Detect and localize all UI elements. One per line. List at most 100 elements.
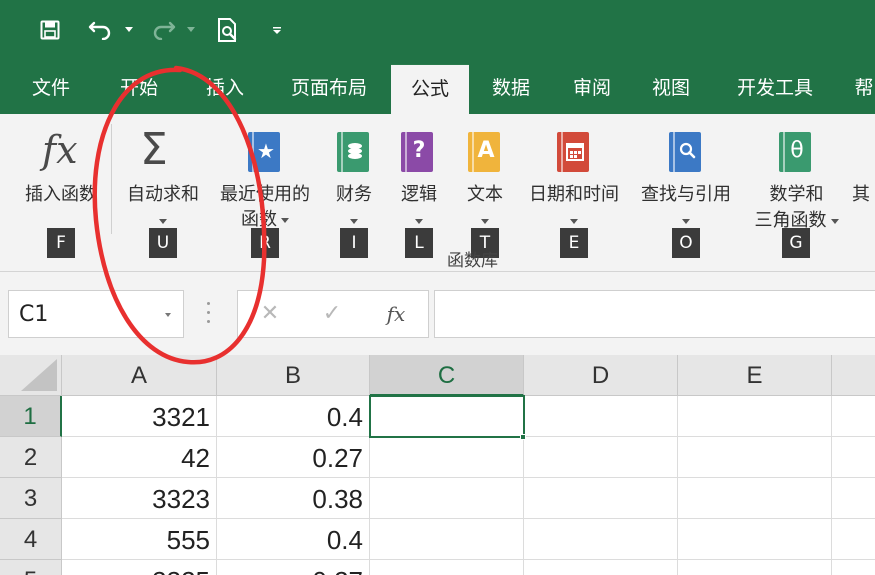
select-all-button[interactable] [0,355,62,396]
cell-f1[interactable] [832,396,875,437]
sigma-icon: Σ [140,124,168,175]
row-header-5[interactable]: 5 [0,560,62,575]
star-book-icon: ★ [248,132,280,172]
tab-data[interactable]: 数据 [474,64,548,114]
cell-c5[interactable] [370,560,524,575]
recently-used-label: 最近使用的 [220,184,310,205]
lookup-reference-label: 查找与引用 [641,184,731,205]
cell-b2[interactable]: 0.27 [217,437,370,478]
cell-e2[interactable] [678,437,832,478]
cell-b1[interactable]: 0.4 [217,396,370,437]
redo-icon[interactable] [150,18,176,40]
tab-developer[interactable]: 开发工具 [720,64,830,114]
cell-d1[interactable] [524,396,678,437]
customize-toolbar-icon[interactable] [272,26,282,36]
more-functions-button[interactable]: 其 [852,114,875,264]
logical-dropdown-icon [415,219,423,224]
save-icon[interactable] [40,20,60,40]
math-trig-label: 数学和 [769,184,824,205]
name-box[interactable]: C1 [8,290,184,338]
tab-review[interactable]: 审阅 [555,64,629,114]
text-book-icon: A [468,132,500,172]
tab-file[interactable]: 文件 [14,64,88,114]
column-header-a[interactable]: A [62,355,217,396]
column-header-d[interactable]: D [524,355,678,396]
lookup-reference-button[interactable]: 查找与引用 O [631,114,741,264]
cell-d3[interactable] [524,478,678,519]
cell-a4[interactable]: 555 [62,519,217,560]
cell-d4[interactable] [524,519,678,560]
text-button[interactable]: A 文本 T [454,114,516,264]
recently-used-button[interactable]: ★ 最近使用的 函数 R [210,114,320,264]
tab-help[interactable]: 帮 [844,64,875,114]
math-trig-button[interactable]: θ 数学和 三角函数 G [744,114,849,264]
name-box-dropdown-icon[interactable] [165,313,171,317]
cell-a2[interactable]: 42 [62,437,217,478]
cell-a3[interactable]: 3323 [62,478,217,519]
cell-e4[interactable] [678,519,832,560]
formula-bar-resize-handle[interactable] [207,302,211,326]
cell-c3[interactable] [370,478,524,519]
cell-b5[interactable]: 0.27 [217,560,370,575]
financial-button[interactable]: 财务 I [324,114,384,264]
tab-home[interactable]: 开始 [102,64,176,114]
cell-a1[interactable]: 3321 [62,396,217,437]
print-preview-icon[interactable] [216,17,240,43]
undo-dropdown-icon[interactable] [125,27,133,32]
column-header-f[interactable] [832,355,875,396]
name-box-value: C1 [19,302,49,327]
column-header-e[interactable]: E [678,355,832,396]
cell-e3[interactable] [678,478,832,519]
row-header-2[interactable]: 2 [0,437,62,478]
row-header-3[interactable]: 3 [0,478,62,519]
cell-d2[interactable] [524,437,678,478]
enter-icon[interactable]: ✓ [312,291,352,337]
financial-dropdown-icon [350,219,358,224]
keytip-u: U [149,228,177,258]
cell-e5[interactable] [678,560,832,575]
keytip-o: O [672,228,700,258]
logical-label: 逻辑 [401,184,437,205]
formula-input[interactable] [434,290,875,338]
cell-a5[interactable]: 3325 [62,560,217,575]
keytip-e: E [560,228,588,258]
more-functions-label: 其 [852,184,870,205]
cell-f4[interactable] [832,519,875,560]
text-dropdown-icon [481,219,489,224]
cancel-icon[interactable]: ✕ [250,291,290,337]
calendar-book-icon [557,132,589,172]
ribbon-tab-bar: 文件 开始 插入 页面布局 公式 数据 审阅 视图 开发工具 帮 [0,64,875,114]
tab-view[interactable]: 视图 [634,64,708,114]
autosum-label: 自动求和 [127,184,199,205]
autosum-button[interactable]: Σ 自动求和 U [116,114,210,264]
tab-page-layout[interactable]: 页面布局 [274,64,384,114]
date-time-label: 日期和时间 [529,184,619,205]
column-header-c[interactable]: C [370,355,524,396]
insert-function-label: 插入函数 [25,184,97,205]
theta-book-icon: θ [779,132,811,172]
cell-f2[interactable] [832,437,875,478]
cell-f3[interactable] [832,478,875,519]
redo-dropdown-icon[interactable] [187,27,195,32]
cell-b3[interactable]: 0.38 [217,478,370,519]
row-header-4[interactable]: 4 [0,519,62,560]
formula-buttons: ✕ ✓ fx [237,290,429,338]
keytip-i: I [340,228,368,258]
cell-c1-active[interactable] [369,395,525,438]
insert-function-button[interactable]: fx 插入函数 F [14,114,108,264]
cell-e1[interactable] [678,396,832,437]
tab-insert[interactable]: 插入 [188,64,262,114]
row-header-1[interactable]: 1 [0,396,62,437]
undo-icon[interactable] [88,18,114,40]
cell-c4[interactable] [370,519,524,560]
insert-function-fx-icon[interactable]: fx [376,291,416,337]
column-header-b[interactable]: B [217,355,370,396]
tab-formulas[interactable]: 公式 [391,64,469,114]
cell-b4[interactable]: 0.4 [217,519,370,560]
cell-c2[interactable] [370,437,524,478]
worksheet-grid: A B C D E 1 3321 0.4 2 42 0.27 3 3323 0.… [0,355,875,575]
logical-button[interactable]: ? 逻辑 L [389,114,449,264]
cell-d5[interactable] [524,560,678,575]
fill-handle[interactable] [520,434,526,440]
date-time-button[interactable]: 日期和时间 E [520,114,628,264]
